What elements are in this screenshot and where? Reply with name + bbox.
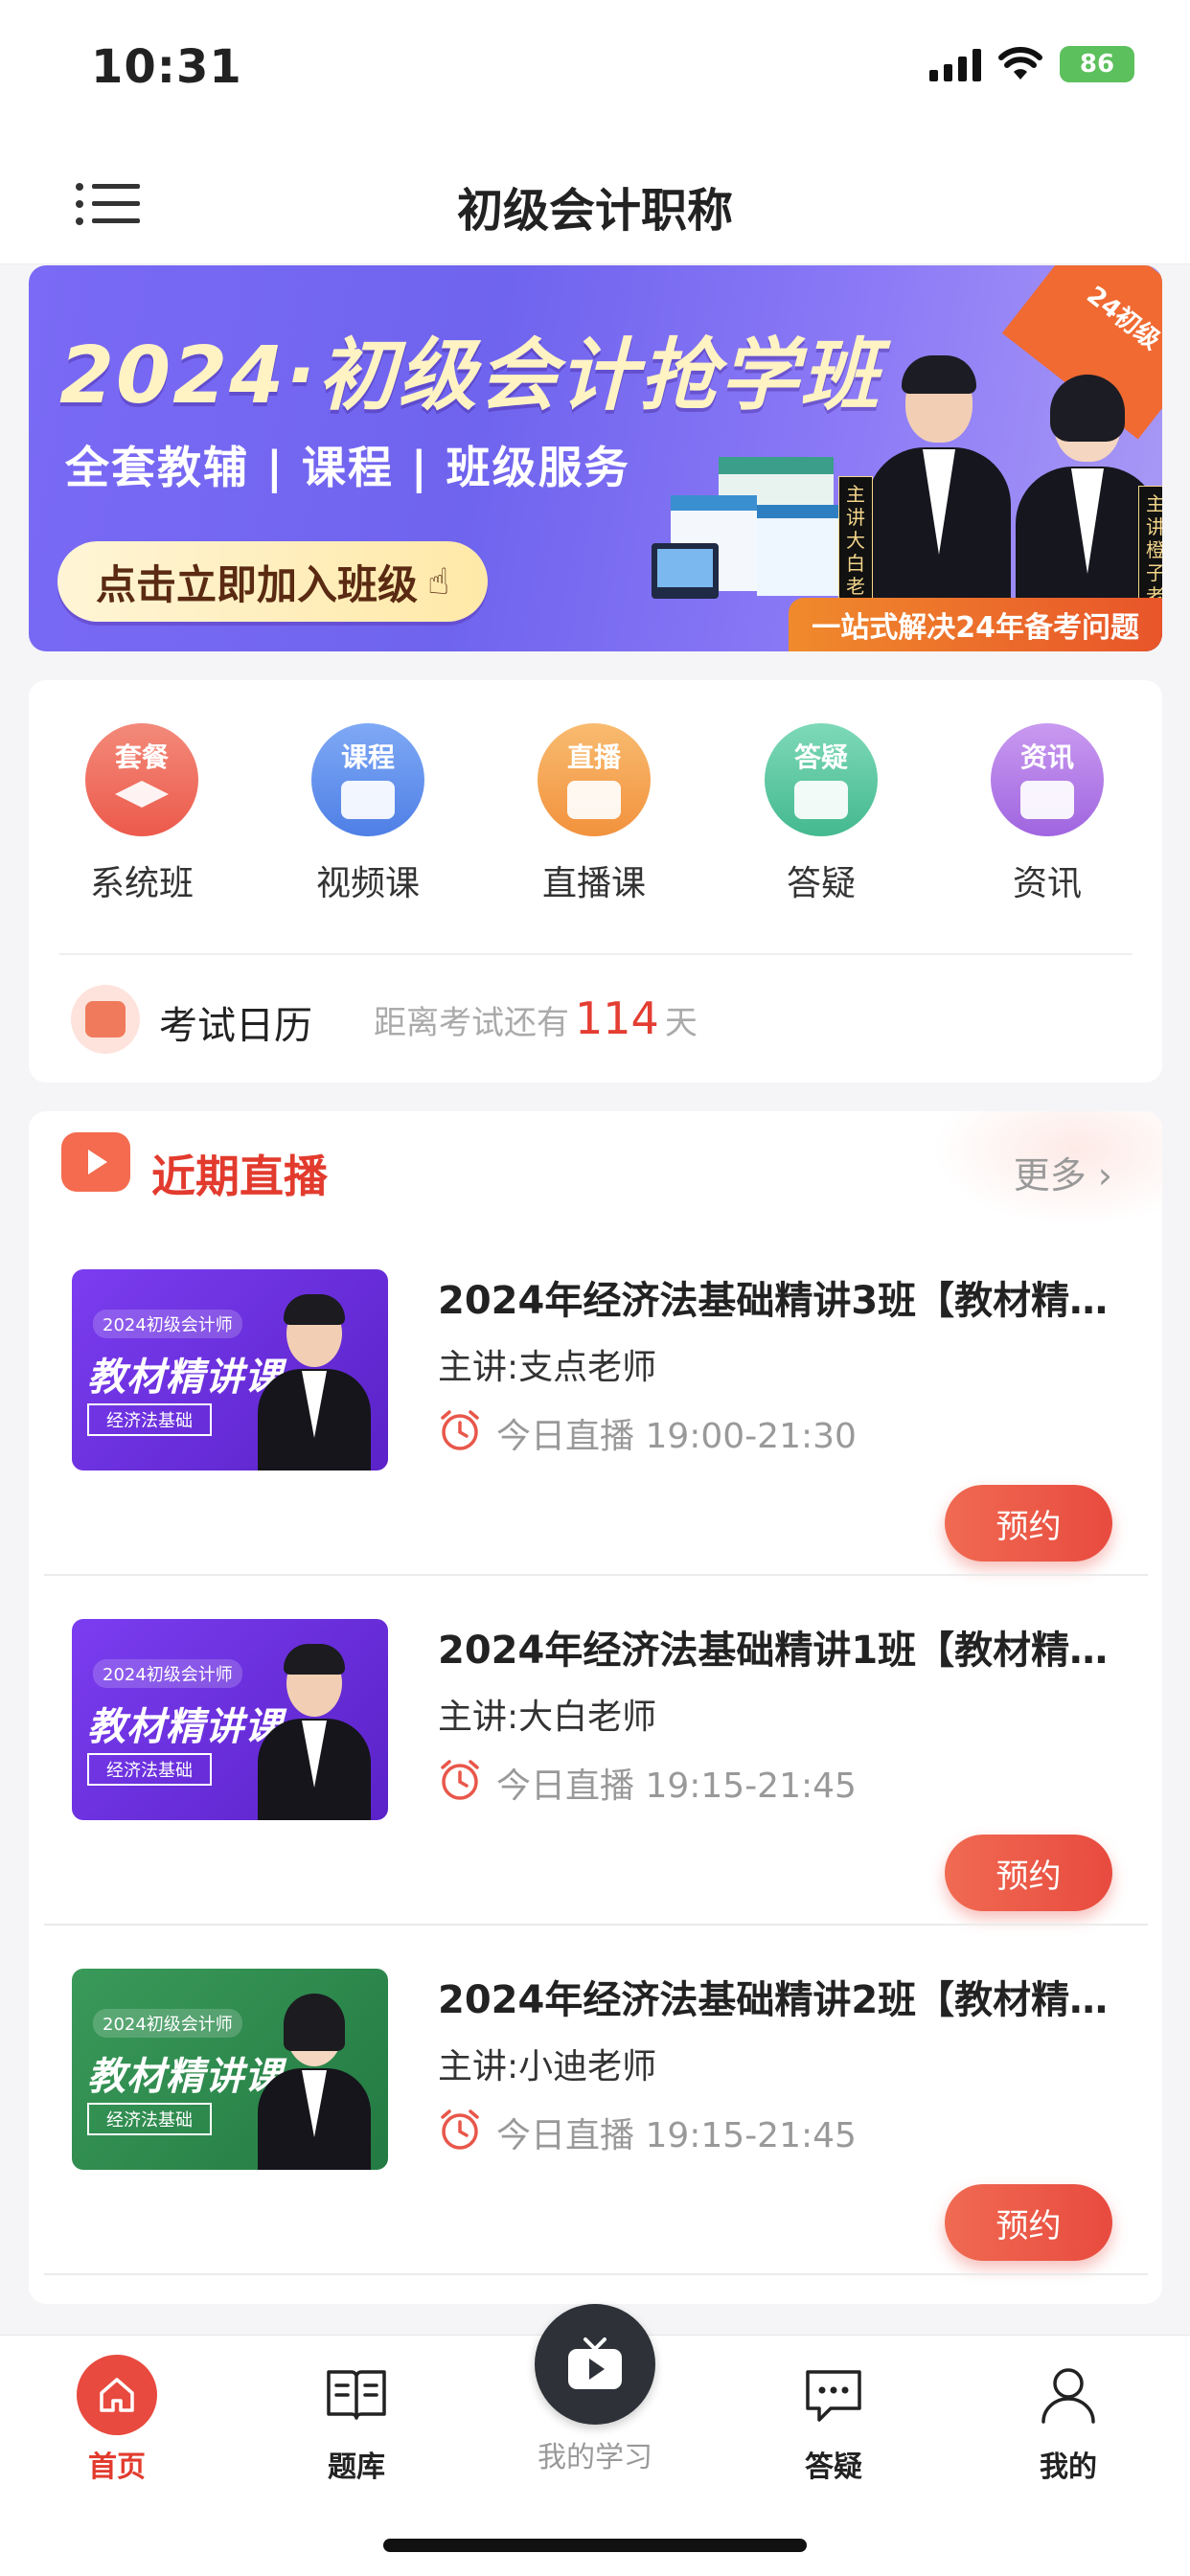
chat-bubble-icon	[806, 2370, 861, 2422]
category-live[interactable]: 直播 直播课	[498, 723, 690, 905]
more-link[interactable]: 更多 ›	[1014, 1146, 1112, 1198]
teacher-right-role: 主讲	[1146, 492, 1162, 538]
live-item[interactable]: 2024初级会计师 教材精讲课 经济法基础 2024年经济法基础精讲3班【教材精…	[29, 1226, 1162, 1576]
reserve-button[interactable]: 预约	[945, 1835, 1112, 1911]
banner-subtitle: 全套教辅 | 课程 | 班级服务	[65, 442, 630, 493]
status-time: 10:31	[91, 40, 242, 94]
countdown-days: 114	[575, 992, 659, 1044]
exam-countdown: 距离考试还有 114 天	[374, 992, 698, 1044]
page-title: 初级会计职称	[456, 184, 733, 238]
thumb-subject: 经济法基础	[87, 2103, 212, 2135]
category-label: 资讯	[1012, 864, 1082, 903]
countdown-prefix: 距离考试还有	[374, 1004, 569, 1042]
join-class-label: 点击立即加入班级	[96, 560, 419, 608]
tap-hand-icon: ☝	[427, 560, 450, 603]
live-item[interactable]: 2024初级会计师 教材精讲课 经济法基础 2024年经济法基础精讲1班【教材精…	[29, 1576, 1162, 1926]
tab-label: 我的学习	[538, 2441, 652, 2474]
live-icon: 直播	[538, 723, 651, 836]
chat-icon: 答疑	[765, 723, 878, 836]
category-system-class[interactable]: 套餐 系统班	[46, 723, 238, 905]
tab-home[interactable]: 首页	[40, 2355, 194, 2485]
news-icon: 资讯	[991, 723, 1104, 836]
tab-label: 答疑	[805, 2451, 862, 2484]
status-icons: 86	[929, 46, 1134, 82]
book-icon	[327, 2370, 386, 2420]
divider	[44, 2273, 1148, 2275]
live-time: 今日直播 19:15-21:45	[496, 2116, 857, 2155]
wifi-icon	[998, 47, 1042, 80]
alarm-clock-icon	[441, 1410, 479, 1450]
live-time: 今日直播 19:00-21:30	[496, 1417, 857, 1456]
thumb-title: 教材精讲课	[87, 1356, 284, 1400]
thumb-subject: 经济法基础	[87, 1403, 212, 1436]
tab-label: 题库	[328, 2451, 385, 2484]
reserve-button[interactable]: 预约	[945, 1485, 1112, 1562]
video-play-icon: 课程	[311, 723, 424, 836]
category-label: 系统班	[89, 864, 194, 903]
tab-qa[interactable]: 答疑	[757, 2355, 910, 2485]
divider	[59, 953, 1133, 955]
calendar-icon	[71, 985, 140, 1054]
live-item[interactable]: 2024初级会计师 教材精讲课 经济法基础 2024年经济法基础精讲2班【教材精…	[29, 1926, 1162, 2275]
banner-tagline: 一站式解决24年备考问题	[789, 598, 1162, 651]
thumb-tag: 2024初级会计师	[93, 2009, 242, 2038]
thumb-subject: 经济法基础	[87, 1753, 212, 1786]
teacher-photo	[258, 1988, 371, 2170]
live-teacher: 主讲:支点老师	[438, 1348, 657, 1387]
banner-title: 2024·初级会计抢学班	[59, 331, 881, 422]
promo-banner[interactable]: 24初级 2024·初级会计抢学班 全套教辅 | 课程 | 班级服务 点击立即加…	[29, 265, 1162, 651]
thumb-title: 教材精讲课	[87, 1705, 284, 1749]
category-qa[interactable]: 答疑 答疑	[725, 723, 917, 905]
reserve-button[interactable]: 预约	[945, 2184, 1112, 2261]
teacher-left-role: 主讲	[846, 483, 865, 529]
graduation-cap-icon: 套餐	[85, 723, 198, 836]
live-time: 今日直播 19:15-21:45	[496, 1767, 857, 1806]
category-card: 套餐 系统班 课程 视频课 直播 直播课 答疑 答疑 资讯 资讯 考试日历 距离…	[29, 680, 1162, 1083]
user-icon	[1041, 2368, 1095, 2424]
thumb-tag: 2024初级会计师	[93, 1310, 242, 1338]
category-label: 视频课	[315, 864, 420, 903]
my-study-button[interactable]	[535, 2304, 655, 2425]
category-label: 直播课	[541, 864, 646, 903]
alarm-clock-icon	[441, 1760, 479, 1800]
status-bar: 10:31 86	[0, 0, 1190, 144]
live-tv-icon	[61, 1132, 130, 1192]
countdown-suffix: 天	[664, 1004, 698, 1042]
section-title: 近期直播	[151, 1151, 328, 1202]
tab-label: 我的	[1040, 2451, 1097, 2484]
tab-label: 首页	[88, 2451, 146, 2484]
tab-profile[interactable]: 我的	[992, 2355, 1145, 2485]
exam-calendar-link[interactable]: 考试日历	[159, 994, 312, 1050]
teacher-photo	[258, 1288, 371, 1470]
live-teacher: 主讲:小迪老师	[438, 2047, 657, 2086]
battery-icon: 86	[1060, 46, 1134, 82]
cellular-signal-icon	[929, 47, 981, 81]
alarm-clock-icon	[441, 2109, 479, 2150]
category-video[interactable]: 课程 视频课	[272, 723, 464, 905]
teacher-photo	[258, 1638, 371, 1820]
textbooks-image	[652, 457, 848, 599]
live-course-name: 2024年经济法基础精讲1班【教材精讲】	[438, 1629, 1128, 1673]
join-class-button[interactable]: 点击立即加入班级 ☝	[57, 541, 489, 622]
category-label: 答疑	[786, 864, 856, 903]
chevron-right-icon: ›	[1086, 1154, 1112, 1197]
course-thumbnail: 2024初级会计师 教材精讲课 经济法基础	[72, 1619, 388, 1820]
nav-bar: 初级会计职称	[0, 144, 1190, 264]
home-indicator	[383, 2539, 807, 2552]
more-label: 更多	[1013, 1154, 1087, 1197]
live-section: 近期直播 更多 › 2024初级会计师 教材精讲课 经济法基础 2024年经济法…	[29, 1111, 1162, 2304]
thumb-tag: 2024初级会计师	[93, 1659, 242, 1688]
category-news[interactable]: 资讯 资讯	[951, 723, 1143, 905]
live-course-name: 2024年经济法基础精讲3班【教材精讲】	[438, 1279, 1128, 1323]
course-thumbnail: 2024初级会计师 教材精讲课 经济法基础	[72, 1269, 388, 1470]
home-icon	[77, 2355, 157, 2435]
live-teacher: 主讲:大白老师	[438, 1698, 657, 1737]
course-thumbnail: 2024初级会计师 教材精讲课 经济法基础	[72, 1969, 388, 2170]
live-course-name: 2024年经济法基础精讲2班【教材精讲】	[438, 1978, 1128, 2022]
tv-play-icon	[568, 2337, 622, 2389]
thumb-title: 教材精讲课	[87, 2055, 284, 2099]
tab-question-bank[interactable]: 题库	[280, 2355, 433, 2485]
